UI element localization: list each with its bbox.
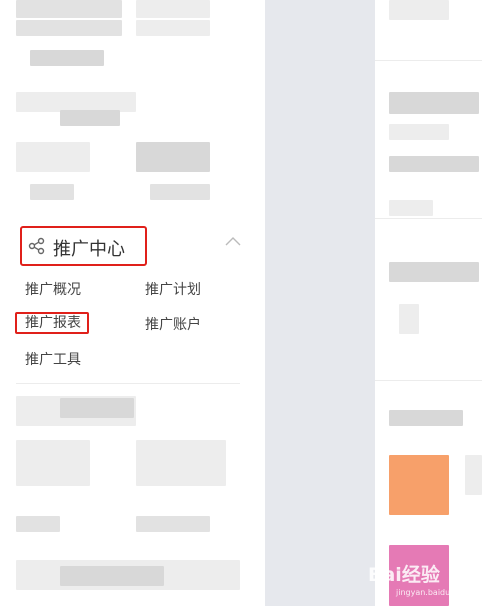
right-panel — [375, 0, 482, 606]
chevron-up-icon[interactable] — [225, 236, 241, 246]
orange-thumbnail[interactable] — [389, 455, 449, 515]
blurred-text — [136, 142, 210, 172]
watermark-subtext: jingyan.baidu.com — [396, 588, 470, 597]
menu-item-report[interactable]: 推广报表 — [15, 312, 89, 334]
section-divider — [375, 60, 482, 61]
menu-item-account[interactable]: 推广账户 — [145, 314, 201, 334]
blurred-text — [389, 262, 479, 282]
blurred-text — [389, 0, 449, 20]
blurred-text — [136, 20, 210, 36]
blurred-text — [136, 0, 210, 18]
gap-column — [265, 0, 375, 606]
watermark: Bai经验 jingyan.baidu.com — [368, 560, 482, 606]
blurred-text — [16, 0, 122, 18]
blurred-text — [150, 184, 210, 200]
blurred-text — [30, 184, 74, 200]
blurred-text — [136, 516, 210, 532]
blurred-text — [389, 410, 463, 426]
menu-item-overview[interactable]: 推广概况 — [25, 279, 81, 299]
blurred-text — [389, 156, 479, 172]
blurred-text — [136, 440, 226, 486]
blurred-text — [389, 124, 449, 140]
watermark-text: Bai经验 — [368, 564, 440, 586]
left-panel: 推广中心 推广概况 推广计划 推广报表 推广账户 推广工具 — [0, 0, 265, 606]
section-divider — [16, 383, 240, 384]
blurred-text — [60, 398, 134, 418]
blurred-text — [30, 50, 104, 66]
blurred-text — [399, 304, 419, 334]
section-divider — [375, 218, 482, 219]
blurred-text — [389, 92, 479, 114]
menu-item-tools[interactable]: 推广工具 — [25, 349, 81, 369]
blurred-text — [16, 20, 122, 36]
menu-item-plan[interactable]: 推广计划 — [145, 279, 201, 299]
blurred-text — [60, 110, 120, 126]
share-icon — [28, 237, 45, 255]
blurred-text — [16, 92, 136, 112]
blurred-text — [16, 516, 60, 532]
blurred-text — [60, 566, 164, 586]
blurred-text — [389, 200, 433, 216]
promotion-center-header[interactable]: 推广中心 — [20, 226, 147, 266]
section-title: 推广中心 — [53, 239, 125, 260]
blurred-text — [16, 142, 90, 172]
blurred-text — [16, 440, 90, 486]
blurred-text — [465, 455, 482, 495]
section-divider — [375, 380, 482, 381]
